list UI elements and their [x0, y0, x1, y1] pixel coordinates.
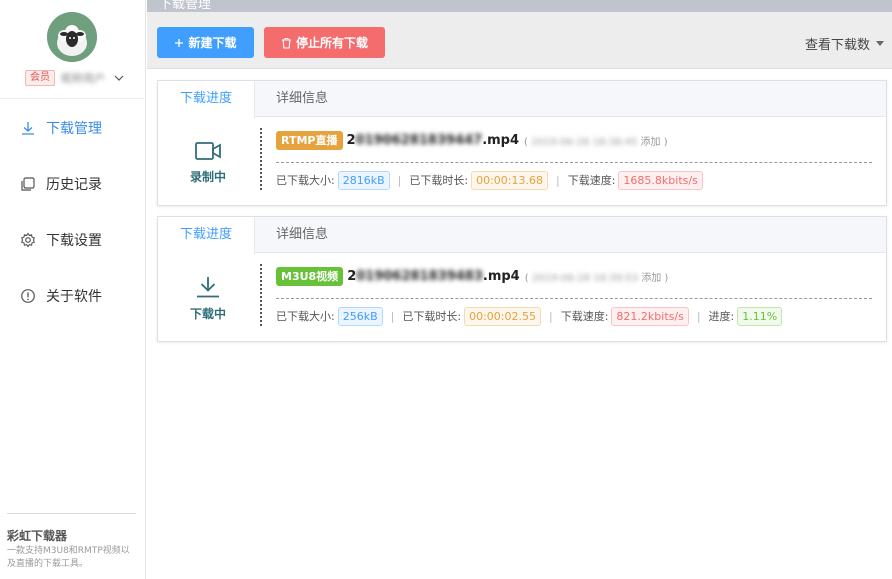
sidebar-item-about[interactable]: 关于软件 — [0, 282, 146, 310]
task-tabs: 下载进度 详细信息 — [158, 217, 886, 254]
file-name-prefix: 2 — [347, 268, 357, 284]
added-info: ( 2019-06-28 18:38:45 添加 ) — [524, 133, 668, 148]
file-name-ext: .mp4 — [482, 268, 520, 284]
progress-value: 1.11% — [737, 306, 783, 326]
task-status: 下载中 — [158, 254, 258, 342]
duration-value: 00:00:02.55 — [464, 306, 541, 326]
type-tag: RTMP直播 — [276, 130, 343, 150]
status-label: 录制中 — [189, 169, 226, 184]
file-name-blurred: 01906281839447 — [355, 132, 483, 148]
divider — [7, 513, 136, 514]
status-label: 下载中 — [189, 306, 226, 321]
separator: | — [696, 309, 701, 323]
file-name: 201906281839447.mp4 — [347, 133, 520, 148]
separator: | — [390, 309, 395, 323]
sidebar: 会员 昵称用户 下载管理 历史记录 下载设置 关于软件 彩虹下载器 一款支持M3… — [0, 0, 146, 579]
file-name: 201906281839483.mp4 — [347, 269, 520, 284]
progress-label: 进度: — [708, 310, 735, 323]
speed-value: 1685.8kbits/s — [618, 170, 703, 190]
duration-label: 已下载时长: — [402, 310, 462, 323]
divider — [0, 98, 146, 99]
divider — [276, 162, 872, 163]
paren-open: ( — [524, 136, 528, 148]
info-icon — [19, 287, 37, 305]
separator: | — [555, 173, 560, 187]
task-stats: 已下载大小: 2816kB | 已下载时长: 00:00:13.68 | 下载速… — [276, 170, 703, 190]
file-name-blurred: 01906281839483 — [356, 268, 483, 284]
new-download-label: 新建下载 — [188, 36, 237, 50]
settings-icon — [19, 231, 37, 249]
tab-details[interactable]: 详细信息 — [276, 217, 328, 253]
tab-progress[interactable]: 下载进度 — [158, 81, 255, 118]
member-badge: 会员 — [25, 70, 55, 86]
video-camera-icon — [195, 141, 221, 160]
speed-label: 下载速度: — [560, 310, 609, 323]
paren-close: ) — [664, 272, 669, 284]
paren-open: ( — [524, 272, 529, 284]
added-label: 添加 — [641, 272, 662, 284]
plus-icon — [174, 38, 184, 48]
stop-all-label: 停止所有下载 — [295, 36, 368, 50]
separator: | — [548, 309, 553, 323]
speed-value: 821.2kbits/s — [611, 306, 689, 326]
avatar[interactable] — [47, 12, 97, 62]
divider — [260, 128, 262, 190]
download-count-dropdown[interactable]: 查看下载数 — [805, 34, 884, 53]
duration-label: 已下载时长: — [409, 174, 469, 187]
app-description: 一款支持M3U8和RMTP视频以及直播的下载工具。 — [7, 546, 130, 569]
download-arrow-icon — [197, 276, 219, 297]
sidebar-item-label: 下载管理 — [46, 121, 102, 137]
task-stats: 已下载大小: 256kB | 已下载时长: 00:00:02.55 | 下载速度… — [276, 306, 783, 326]
trash-icon — [281, 37, 292, 49]
size-value: 2816kB — [337, 170, 390, 190]
chevron-down-icon[interactable] — [113, 72, 125, 84]
paren-close: ) — [663, 136, 668, 148]
type-tag: M3U8视频 — [276, 266, 344, 286]
added-label: 添加 — [640, 136, 661, 148]
divider — [276, 298, 872, 299]
task-status: 录制中 — [158, 118, 258, 206]
task-title-row: RTMP直播 201906281839447.mp4 ( 2019-06-28 … — [276, 130, 668, 150]
toolbar: 新建下载 停止所有下载 查看下载数 — [147, 12, 892, 69]
sidebar-item-history[interactable]: 历史记录 — [0, 170, 146, 198]
caret-down-icon — [876, 41, 884, 46]
page-title: 下载管理 — [159, 0, 212, 12]
sidebar-item-label: 下载设置 — [46, 233, 102, 249]
added-time: 2019-06-28 18:39:53 — [531, 272, 639, 284]
page-header: 下载管理 — [147, 0, 892, 12]
task-title-row: M3U8视频 201906281839483.mp4 ( 2019-06-28 … — [276, 266, 668, 286]
duration-value: 00:00:13.68 — [471, 170, 548, 190]
separator: | — [397, 173, 402, 187]
added-info: ( 2019-06-28 18:39:53 添加 ) — [525, 269, 669, 284]
task-tabs: 下载进度 详细信息 — [158, 81, 886, 118]
added-time: 2019-06-28 18:38:45 — [531, 136, 638, 148]
size-value: 256kB — [337, 306, 383, 326]
app-name: 彩虹下载器 — [7, 529, 68, 543]
file-name-ext: .mp4 — [482, 132, 520, 148]
history-icon — [19, 175, 37, 193]
speed-label: 下载速度: — [567, 174, 616, 187]
download-icon — [19, 119, 37, 137]
user-menu[interactable]: 会员 昵称用户 — [25, 69, 125, 87]
tab-progress[interactable]: 下载进度 — [158, 217, 255, 254]
sidebar-item-label: 关于软件 — [46, 289, 102, 305]
download-count-label: 查看下载数 — [804, 38, 870, 53]
sidebar-item-label: 历史记录 — [46, 177, 102, 193]
sidebar-item-download-manager[interactable]: 下载管理 — [0, 114, 146, 142]
divider — [260, 264, 262, 326]
file-name-prefix: 2 — [346, 132, 356, 148]
sidebar-item-settings[interactable]: 下载设置 — [0, 226, 146, 254]
size-label: 已下载大小: — [276, 174, 335, 187]
username: 昵称用户 — [61, 72, 105, 85]
download-task-card: 下载进度 详细信息 下载中 M3U8视频 201906281839483.mp4… — [157, 216, 887, 342]
size-label: 已下载大小: — [276, 310, 335, 323]
tab-details[interactable]: 详细信息 — [276, 81, 328, 117]
new-download-button[interactable]: 新建下载 — [157, 27, 254, 58]
download-task-card: 下载进度 详细信息 录制中 RTMP直播 201906281839447.mp4… — [157, 80, 887, 206]
stop-all-downloads-button[interactable]: 停止所有下载 — [264, 27, 385, 58]
sheep-avatar-icon — [47, 12, 97, 62]
